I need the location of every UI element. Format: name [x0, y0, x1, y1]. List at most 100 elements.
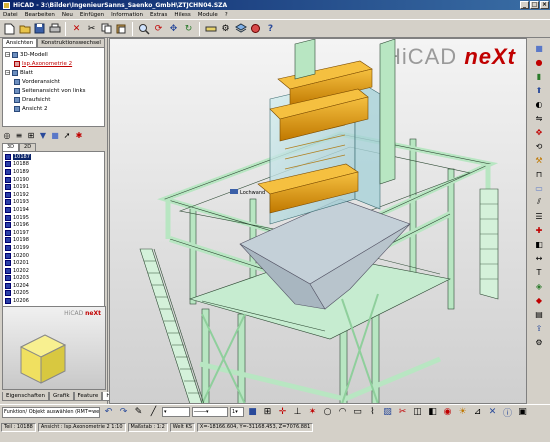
maximize-button[interactable]: □ — [530, 1, 539, 9]
settings-icon[interactable]: ⚙ — [532, 336, 546, 348]
color-icon[interactable]: ◆ — [532, 294, 546, 306]
menu-extras[interactable]: Extras — [150, 12, 167, 18]
tree-item-ansicht-2[interactable]: Ansicht 2 — [5, 104, 102, 113]
part-list-item[interactable]: 10197 — [5, 229, 102, 237]
layer-icon[interactable]: ◈ — [532, 280, 546, 292]
color-swatch-icon[interactable]: ■ — [246, 406, 259, 419]
bolt-icon[interactable]: ✚ — [532, 224, 546, 236]
extrude-icon[interactable]: ⬆ — [532, 84, 546, 96]
export-icon[interactable]: ⇪ — [532, 322, 546, 334]
linestyle-select[interactable]: ────▾ — [192, 407, 228, 417]
info-icon[interactable]: ⓘ — [501, 406, 514, 419]
linetype-select[interactable]: ▾ — [162, 407, 190, 417]
redo-icon[interactable]: ↷ — [117, 406, 130, 419]
bom-icon[interactable]: ▤ — [532, 308, 546, 320]
part-list-item[interactable]: 10194 — [5, 206, 102, 214]
section-icon[interactable]: ◧ — [532, 238, 546, 250]
render-icon[interactable] — [249, 22, 262, 35]
layer-icon[interactable] — [234, 22, 247, 35]
tab-3d[interactable]: 3D — [2, 143, 20, 151]
part-list-item[interactable]: 10192 — [5, 191, 102, 199]
part-list-item[interactable]: 10196 — [5, 221, 102, 229]
rotate-icon[interactable]: ⟳ — [152, 22, 165, 35]
rectangle-icon[interactable]: ▭ — [351, 406, 364, 419]
help-icon[interactable]: ? — [264, 22, 277, 35]
part-list-item[interactable]: 10199 — [5, 244, 102, 252]
part-list-item[interactable]: 10189 — [5, 168, 102, 176]
polyline-icon[interactable]: ⌇ — [366, 406, 379, 419]
tab-eigenschaften[interactable]: Eigenschaften — [2, 392, 49, 401]
command-prompt[interactable]: Funktion/ Objekt auswählen (RMT=weitere … — [2, 406, 100, 418]
tree-item-draufsicht[interactable]: Draufsicht — [5, 95, 102, 104]
cylinder-icon[interactable]: ▮ — [532, 70, 546, 82]
tab-ansichten[interactable]: Ansichten — [2, 38, 38, 47]
menu-datei[interactable]: Datei — [3, 12, 18, 18]
part-list-item[interactable]: 10195 — [5, 214, 102, 222]
menu-information[interactable]: Information — [111, 12, 143, 18]
cut-icon[interactable]: ✂ — [85, 22, 98, 35]
menu-einfuegen[interactable]: Einfügen — [80, 12, 104, 18]
tree-item-vorderansicht[interactable]: Vorderansicht — [5, 77, 102, 86]
3d-viewport[interactable]: HiCAD neXt Lochwand — [109, 38, 527, 404]
part-list-item[interactable]: 10198 — [5, 237, 102, 245]
part-list-item[interactable]: 10201 — [5, 259, 102, 267]
part-list-item[interactable]: 10191 — [5, 183, 102, 191]
part-list-item[interactable]: 10190 — [5, 176, 102, 184]
tree-item-axonometrie[interactable]: Isp.Axonometrie 2 — [5, 59, 102, 68]
delete-icon[interactable]: ✕ — [70, 22, 83, 35]
boolean-icon[interactable]: ◐ — [532, 98, 546, 110]
plate-icon[interactable]: ▭ — [532, 182, 546, 194]
text-icon[interactable]: T — [532, 266, 546, 278]
tab-2d[interactable]: 2D — [19, 143, 37, 151]
tab-konstruktionswechsel[interactable]: Konstruktionswechsel — [37, 38, 105, 47]
filter-icon[interactable]: ▼ — [38, 130, 48, 140]
minimize-button[interactable]: _ — [520, 1, 529, 9]
menu-bearbeiten[interactable]: Bearbeiten — [25, 12, 55, 18]
cube-icon[interactable]: ■ — [50, 130, 60, 140]
measure-icon[interactable]: ⊿ — [471, 406, 484, 419]
binoculars-icon[interactable]: ◎ — [2, 130, 12, 140]
zoom-icon[interactable] — [137, 22, 150, 35]
grid-icon[interactable]: ⊞ — [261, 406, 274, 419]
window-icon[interactable]: ▣ — [516, 406, 529, 419]
view-icon[interactable]: ◫ — [411, 406, 424, 419]
cube-icon[interactable]: ■ — [532, 42, 546, 54]
close-button[interactable]: × — [540, 1, 549, 9]
menu-hiless[interactable]: Hiless — [174, 12, 190, 18]
star-icon[interactable]: ✱ — [74, 130, 84, 140]
menu-help[interactable]: ? — [225, 12, 228, 18]
weld-icon[interactable]: ⚒ — [532, 154, 546, 166]
menu-module[interactable]: Module — [198, 12, 218, 18]
tree-item-seitenansicht[interactable]: Seitenansicht von links — [5, 86, 102, 95]
hide-icon[interactable]: ◧ — [426, 406, 439, 419]
part-list-item[interactable]: 10188 — [5, 161, 102, 169]
part-list-item[interactable]: 10204 — [5, 282, 102, 290]
profile-icon[interactable]: ⊓ — [532, 168, 546, 180]
point-icon[interactable]: ✶ — [306, 406, 319, 419]
ladder-icon[interactable]: ☰ — [532, 210, 546, 222]
menu-neu[interactable]: Neu — [62, 12, 73, 18]
snap-icon[interactable]: ✛ — [276, 406, 289, 419]
stair-icon[interactable]: ⫽ — [532, 196, 546, 208]
collapse-icon[interactable]: − — [5, 70, 10, 76]
rotate-part-icon[interactable]: ⟲ — [532, 140, 546, 152]
collapse-icon[interactable]: − — [5, 52, 10, 58]
refresh-icon[interactable]: ↻ — [182, 22, 195, 35]
tab-feature[interactable]: Feature — [73, 392, 103, 401]
part-list-item[interactable]: 10202 — [5, 267, 102, 275]
copy-icon[interactable] — [100, 22, 113, 35]
settings-icon[interactable]: ⚙ — [219, 22, 232, 35]
mirror-icon[interactable]: ⇋ — [532, 112, 546, 124]
pan-icon[interactable]: ✥ — [167, 22, 180, 35]
sphere-icon[interactable]: ● — [532, 56, 546, 68]
paste-icon[interactable] — [115, 22, 128, 35]
tree-item-3d-modell[interactable]: − 3D-Modell — [5, 50, 102, 59]
circle-icon[interactable]: ○ — [321, 406, 334, 419]
new-document-icon[interactable] — [3, 22, 16, 35]
trim-icon[interactable]: ✂ — [396, 406, 409, 419]
undo-icon[interactable]: ↶ — [102, 406, 115, 419]
print-icon[interactable] — [48, 22, 61, 35]
arc-icon[interactable]: ◠ — [336, 406, 349, 419]
dimension-icon[interactable]: ↔ — [532, 252, 546, 264]
save-icon[interactable] — [33, 22, 46, 35]
